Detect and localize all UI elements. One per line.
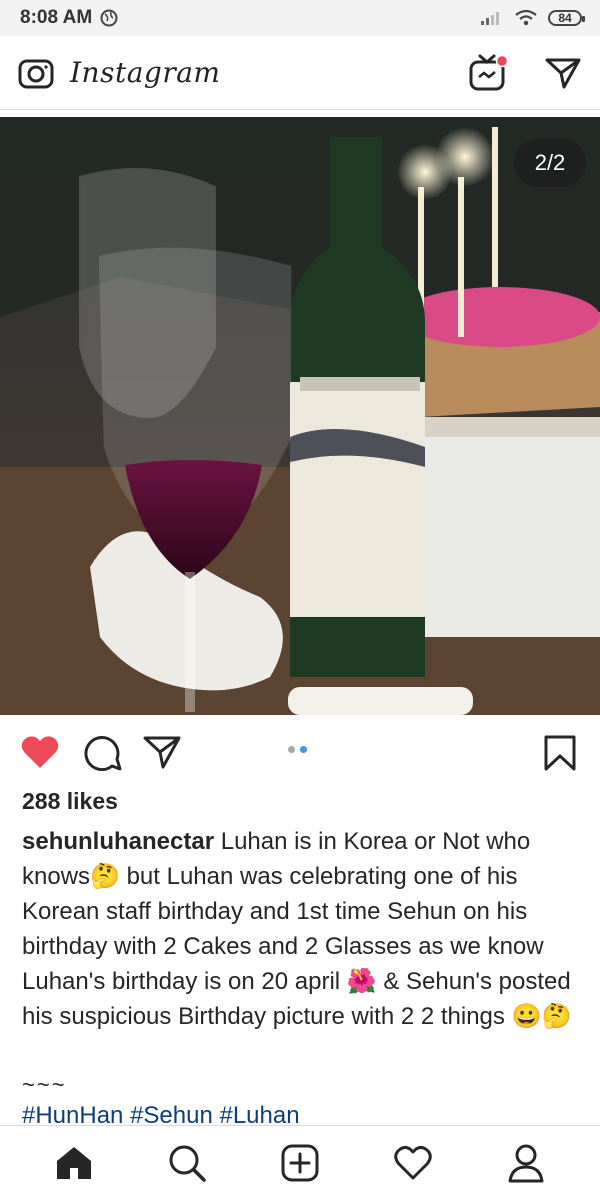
caption-username[interactable]: sehunluhanectar (22, 828, 214, 855)
direct-icon[interactable] (544, 56, 582, 90)
camera-icon[interactable] (18, 56, 54, 90)
status-bar: 8:08 AM 84 (0, 0, 600, 36)
search-icon[interactable] (167, 1143, 207, 1183)
post-image[interactable]: 2/2 (0, 117, 600, 715)
igtv-icon[interactable] (468, 53, 508, 93)
likes-count[interactable]: 288 likes (22, 788, 118, 815)
battery-indicator: 84 (548, 10, 585, 26)
caption-hashtags[interactable]: #HunHan #Sehun #Luhan (22, 1102, 300, 1126)
bottom-nav (0, 1125, 600, 1200)
post-photo (0, 117, 600, 715)
caption-text: Luhan is in Korea or Not who knows🤔 but … (22, 828, 572, 1030)
add-icon[interactable] (280, 1143, 320, 1183)
caption-separator: ~~~ (22, 1072, 67, 1097)
share-icon[interactable] (142, 734, 182, 770)
profile-icon[interactable] (506, 1143, 546, 1183)
top-bar: Instagram (0, 36, 600, 110)
bookmark-icon[interactable] (542, 734, 578, 772)
carousel-dot (288, 746, 295, 753)
wifi-icon (515, 9, 537, 26)
carousel-dot-active (300, 746, 307, 753)
carousel-indicator (288, 746, 307, 753)
heart-icon[interactable] (20, 734, 60, 770)
status-time: 8:08 AM (20, 7, 93, 28)
home-icon[interactable] (54, 1144, 94, 1182)
globe-icon (100, 9, 118, 27)
notification-dot (495, 54, 508, 67)
post-caption: sehunluhanectar Luhan is in Korea or Not… (22, 824, 582, 1034)
activity-icon[interactable] (393, 1145, 433, 1181)
carousel-counter: 2/2 (514, 139, 586, 187)
app-logo: Instagram (70, 56, 221, 89)
signal-icon (481, 12, 499, 25)
comment-icon[interactable] (82, 734, 122, 772)
